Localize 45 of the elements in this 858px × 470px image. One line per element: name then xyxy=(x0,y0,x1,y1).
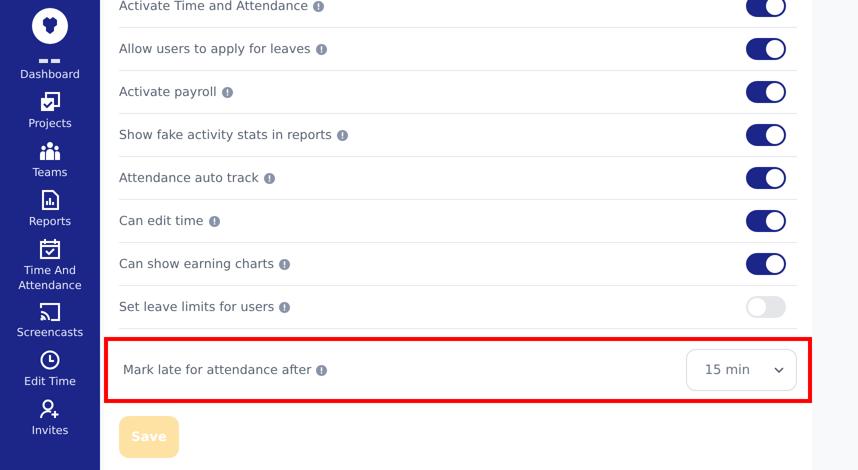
toggle-switch[interactable] xyxy=(746,124,786,146)
add-user-icon xyxy=(40,399,60,419)
setting-label: Activate Time and Attendance xyxy=(119,0,308,13)
copy-check-icon xyxy=(40,92,60,112)
sidebar-item[interactable]: Screencasts xyxy=(0,303,100,340)
toggle-switch[interactable] xyxy=(746,38,786,60)
setting-label: Can edit time xyxy=(119,214,204,228)
setting-label: Can show earning charts xyxy=(119,257,274,271)
toggle-switch[interactable] xyxy=(746,210,786,232)
toggle-switch[interactable] xyxy=(746,253,786,275)
setting-label: Show fake activity stats in reports xyxy=(119,128,332,142)
sidebar-item[interactable]: Time And Attendance xyxy=(0,239,100,293)
info-icon[interactable] xyxy=(313,0,324,12)
toggle-switch[interactable] xyxy=(746,167,786,189)
duration-select[interactable]: 15 min xyxy=(686,349,797,391)
setting-label: Activate payroll xyxy=(119,85,217,99)
chevron-down-icon xyxy=(774,367,784,373)
info-icon[interactable] xyxy=(336,130,348,140)
sidebar-item[interactable]: Invites xyxy=(0,399,100,438)
info-icon[interactable] xyxy=(316,364,328,376)
sidebar-item[interactable]: Teams xyxy=(0,141,100,180)
sidebar-item[interactable]: Reports xyxy=(0,190,100,229)
sidebar-item[interactable]: Dashboard xyxy=(0,59,100,82)
toggle-switch[interactable] xyxy=(746,0,786,17)
info-icon[interactable] xyxy=(208,216,220,226)
toggle-switch[interactable] xyxy=(746,81,786,103)
toggle-switch[interactable] xyxy=(746,296,786,318)
setting-label: Attendance auto track xyxy=(119,171,259,185)
sidebar-item[interactable]: Projects xyxy=(0,92,100,131)
setting-label: Allow users to apply for leaves xyxy=(119,42,311,56)
report-icon xyxy=(41,190,59,210)
team-icon xyxy=(40,141,60,161)
info-icon[interactable] xyxy=(222,86,233,98)
info-icon[interactable] xyxy=(279,302,290,312)
info-icon[interactable] xyxy=(279,258,290,270)
info-icon[interactable] xyxy=(316,44,327,54)
setting-label: Set leave limits for users xyxy=(119,300,274,314)
clock-icon xyxy=(40,350,60,370)
info-icon[interactable] xyxy=(264,172,275,184)
calendar-icon xyxy=(40,239,60,259)
logo-icon xyxy=(32,8,68,44)
dashboard-icon xyxy=(39,59,61,63)
setting-label: Mark late for attendance after xyxy=(123,363,312,377)
sidebar-item[interactable]: Edit Time xyxy=(0,350,100,389)
cast-icon xyxy=(40,303,60,321)
